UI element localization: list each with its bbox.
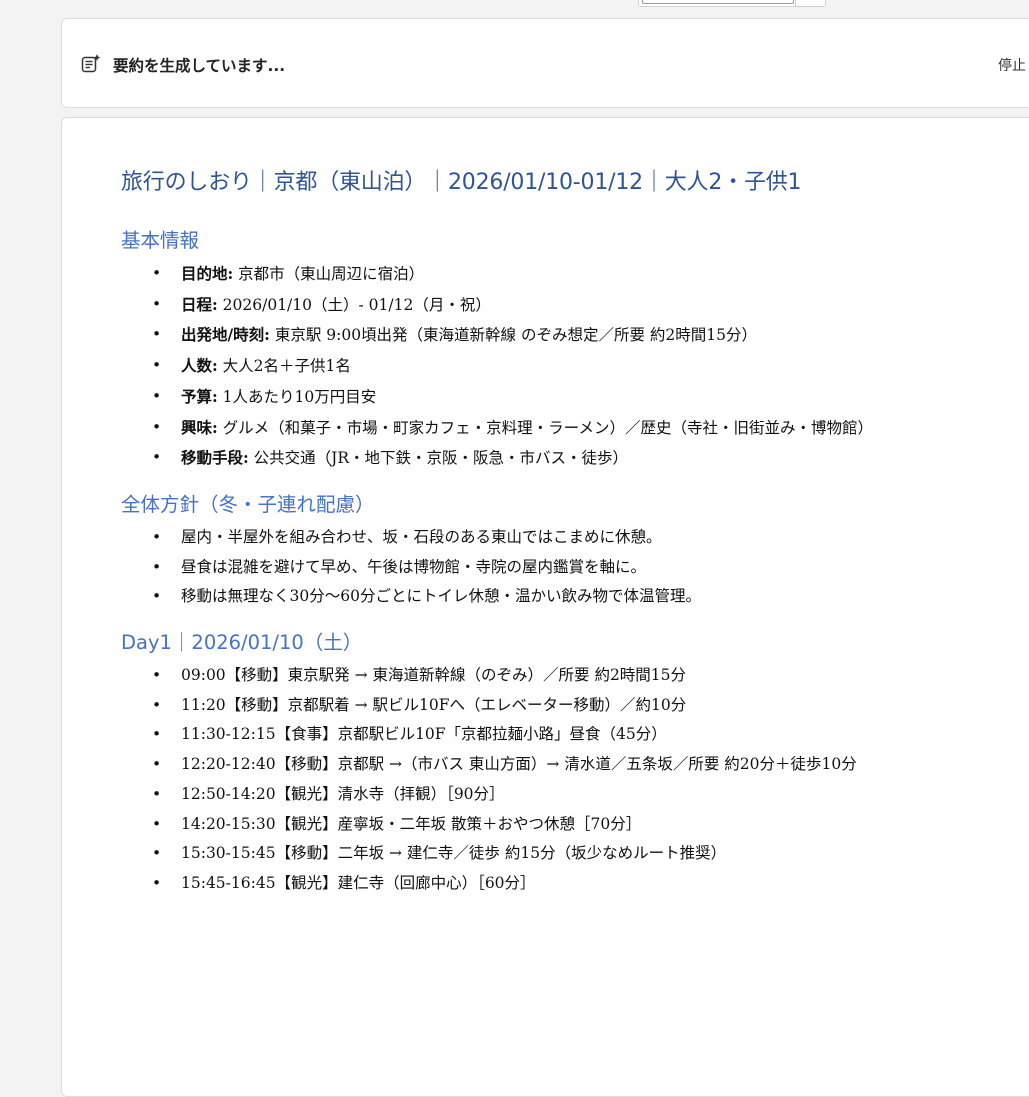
item-text: 2026/01/10（土）- 01/12（月・祝） [217, 295, 491, 314]
list-item: 日程: 2026/01/10（土）- 01/12（月・祝） [152, 290, 881, 321]
item-label: 興味: [181, 417, 218, 437]
item-text: 14:20-15:30【観光】産寧坂・二年坂 散策＋おやつ休憩［70分］ [181, 814, 642, 833]
item-text: 12:50-14:20【観光】清水寺（拝観）［90分］ [181, 784, 505, 803]
list-item: 15:30-15:45【移動】二年坂 → 建仁寺／徒歩 約15分（坂少なめルート… [152, 839, 881, 869]
list-item: 人数: 大人2名＋子供1名 [152, 351, 881, 382]
item-label: 目的地: [181, 264, 234, 283]
item-text: 12:20-12:40【移動】京都駅 →（市バス 東山方面）→ 清水道／五条坂／… [181, 755, 857, 774]
item-text: 東京駅 9:00頃出発（東海道新幹線 のぞみ想定／所要 約2時間15分） [269, 326, 757, 345]
item-label: 人数: [181, 356, 218, 376]
list-item: 移動は無理なく30分〜60分ごとにトイレ休憩・温かい飲み物で体温管理。 [152, 582, 881, 612]
summary-status-text: 要約を生成しています... [113, 57, 286, 75]
list-item: 14:20-15:30【観光】産寧坂・二年坂 散策＋おやつ休憩［70分］ [152, 810, 881, 840]
list-item: 11:30-12:15【食事】京都駅ビル10F「京都拉麺小路」昼食（45分） [152, 720, 881, 750]
item-text: 京都市（東山周辺に宿泊） [233, 265, 425, 283]
policy-list: 屋内・半屋外を組み合わせ、坂・石段のある東山ではこまめに休憩。 昼食は混雑を避け… [121, 523, 881, 612]
list-item: 移動手段: 公共交通（JR・地下鉄・京阪・阪急・市バス・徒歩） [152, 443, 881, 474]
item-label: 出発地/時刻: [181, 325, 270, 345]
list-item: 屋内・半屋外を組み合わせ、坂・石段のある東山ではこまめに休憩。 [152, 523, 881, 553]
list-item: 09:00【移動】東京駅発 → 東海道新幹線（のぞみ）／所要 約2時間15分 [152, 661, 881, 691]
list-item: 12:20-12:40【移動】京都駅 →（市バス 東山方面）→ 清水道／五条坂／… [152, 750, 881, 780]
item-text: 公共交通（JR・地下鉄・京阪・阪急・市バス・徒歩） [248, 449, 629, 468]
item-text: 09:00【移動】東京駅発 → 東海道新幹線（のぞみ）／所要 約2時間15分 [181, 666, 687, 685]
list-item: 15:45-16:45【観光】建仁寺（回廊中心）［60分］ [152, 869, 881, 899]
item-text: 移動は無理なく30分〜60分ごとにトイレ休憩・温かい飲み物で体温管理。 [181, 587, 701, 606]
list-item: 12:50-14:20【観光】清水寺（拝観）［90分］ [152, 780, 881, 810]
list-item: 出発地/時刻: 東京駅 9:00頃出発（東海道新幹線 のぞみ想定／所要 約2時間… [152, 320, 881, 351]
item-text: 屋内・半屋外を組み合わせ、坂・石段のある東山ではこまめに休憩。 [181, 527, 662, 546]
item-text: 15:30-15:45【移動】二年坂 → 建仁寺／徒歩 約15分（坂少なめルート… [181, 844, 727, 863]
toolbar-field-fragment [642, 0, 794, 4]
ai-summary-icon [80, 53, 102, 75]
stop-button[interactable]: 停止 [998, 55, 1026, 75]
item-text: 昼食は混雑を避けて早め、午後は博物館・寺院の屋内鑑賞を軸に。 [181, 557, 647, 576]
section-heading-policy: 全体方針（冬・子連れ配慮） [121, 492, 375, 516]
list-item: 予算: 1人あたり10万円目安 [152, 382, 881, 413]
item-text: 大人2名＋子供1名 [217, 357, 351, 376]
list-item: 11:20【移動】京都駅着 → 駅ビル10Fへ（エレベーター移動）／約10分 [152, 691, 881, 721]
summary-status-bar: 要約を生成しています... 停止 [61, 18, 1029, 108]
section-heading-basic-info: 基本情報 [121, 229, 200, 252]
toolbar-divider [795, 0, 796, 6]
top-toolbar-fragment [638, 0, 826, 7]
item-label: 日程: [181, 294, 218, 314]
item-text: 15:45-16:45【観光】建仁寺（回廊中心）［60分］ [181, 873, 536, 892]
item-label: 移動手段: [181, 448, 249, 468]
day1-list: 09:00【移動】東京駅発 → 東海道新幹線（のぞみ）／所要 約2時間15分 1… [121, 661, 881, 899]
item-text: グルメ（和菓子・市場・町家カフェ・京料理・ラーメン）／歴史（寺社・旧街並み・博物… [217, 418, 874, 437]
list-item: 目的地: 京都市（東山周辺に宿泊） [152, 259, 881, 290]
document-title: 旅行のしおり｜京都（東山泊）｜2026/01/10-01/12｜大人2・子供1 [121, 170, 802, 195]
list-item: 昼食は混雑を避けて早め、午後は博物館・寺院の屋内鑑賞を軸に。 [152, 553, 881, 583]
document-content: 旅行のしおり｜京都（東山泊）｜2026/01/10-01/12｜大人2・子供1 … [121, 164, 881, 913]
item-label: 予算: [181, 386, 218, 406]
item-text: 1人あたり10万円目安 [217, 387, 377, 406]
section-heading-day1: Day1｜2026/01/10（土） [121, 631, 363, 655]
item-text: 11:30-12:15【食事】京都駅ビル10F「京都拉麺小路」昼食（45分） [181, 725, 667, 744]
item-text: 11:20【移動】京都駅着 → 駅ビル10Fへ（エレベーター移動）／約10分 [181, 695, 687, 714]
basic-info-list: 目的地: 京都市（東山周辺に宿泊） 日程: 2026/01/10（土）- 01/… [121, 259, 881, 474]
list-item: 興味: グルメ（和菓子・市場・町家カフェ・京料理・ラーメン）／歴史（寺社・旧街並… [152, 413, 881, 444]
